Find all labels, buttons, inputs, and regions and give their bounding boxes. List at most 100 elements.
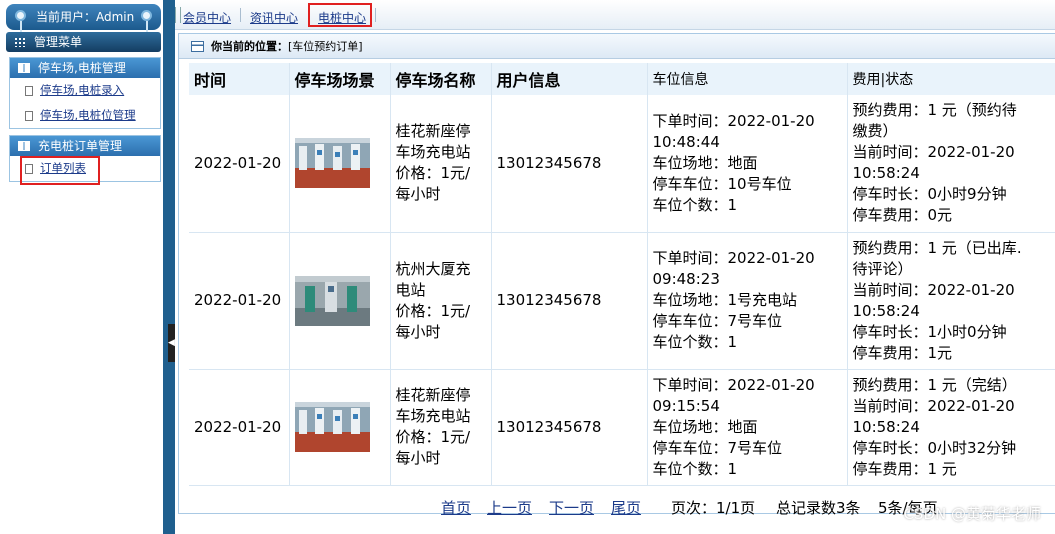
table-row: 2022-01-20 杭州大厦充 电站 价格：1元/ 每小时 130123456… — [189, 232, 1055, 370]
collapse-arrow-icon[interactable]: ◀ — [168, 324, 175, 362]
parking-price-line: 每小时 — [395, 185, 441, 204]
fee-status-cell: 预约费用：1 元（已出库. 待评论） 当前时间：2022-01-20 10:58… — [847, 232, 1055, 370]
table-row: 2022-01-20 桂花新座停 车场充电站 价格：1元/ 每小时 130123… — [189, 369, 1055, 486]
info-line: 09:15:54 — [652, 396, 720, 415]
order-time: 2022-01-20 — [189, 369, 290, 486]
fee-status-cell: 预约费用：1 元（完结） 当前时间：2022-01-20 10:58:24 停车… — [847, 369, 1055, 486]
info-line: 10:48:44 — [652, 132, 720, 151]
current-user-label: 当前用户：Admin — [36, 10, 135, 24]
content-panel: 你当前的位置：[车位预约订单] 时间 停车场场景 停车场名称 用户信息 车位信息… — [178, 33, 1055, 517]
info-line: 停车车位：7号车位 — [652, 438, 783, 457]
menu-title: 管理菜单 — [34, 35, 83, 49]
parking-name-line: 桂花新座停 — [395, 122, 471, 141]
info-line: 停车车位：7号车位 — [652, 312, 783, 330]
info-line: 09:48:23 — [652, 270, 720, 288]
top-navigation: 会员中心 资讯中心 电桩中心 — [175, 0, 1055, 30]
info-line: 待评论） — [852, 259, 913, 278]
space-info-cell: 下单时间：2022-01-20 10:48:44 车位场地：地面 停车车位：10… — [647, 95, 848, 233]
parking-price-line: 每小时 — [395, 322, 441, 341]
user-phone: 13012345678 — [491, 369, 648, 486]
info-line: 停车费用：1元 — [852, 343, 953, 362]
menu-title-bar: 管理菜单 — [6, 32, 161, 52]
info-line: 预约费用：1 元（完结） — [852, 375, 1017, 394]
parking-name-line: 杭州大厦充 — [395, 259, 471, 278]
info-line: 车位场地：地面 — [652, 417, 758, 436]
nav-news-center[interactable]: 资讯中心 — [250, 9, 298, 26]
current-user-bar: 当前用户：Admin — [6, 4, 161, 33]
space-info-cell: 下单时间：2022-01-20 09:15:54 车位场地：地面 停车车位：7号… — [647, 369, 848, 486]
order-time: 2022-01-20 — [189, 95, 290, 233]
sidebar-splitter[interactable] — [168, 0, 175, 534]
sidebar-item-label[interactable]: 停车场,电桩位管理 — [40, 108, 136, 122]
info-line: 车位个数：1 — [652, 459, 738, 478]
parking-name-line: 电站 — [395, 280, 426, 299]
parking-price-line: 每小时 — [395, 449, 441, 467]
info-line: 缴费） — [852, 122, 898, 141]
column-header: 时间 — [189, 63, 290, 95]
pager-last-link[interactable]: 尾页 — [611, 497, 641, 518]
menu-group-parking: 停车场,电桩管理 停车场,电桩录入 停车场,电桩位管理 — [9, 57, 161, 129]
user-phone: 13012345678 — [491, 95, 648, 233]
pin-icon — [15, 10, 26, 33]
watermark: CSDN @黄菊华老师 — [903, 505, 1041, 523]
parking-scene-image — [294, 138, 370, 189]
menu-group-header[interactable]: 停车场,电桩管理 — [10, 58, 160, 78]
space-info-cell: 下单时间：2022-01-20 09:48:23 车位场地：1号充电站 停车车位… — [647, 232, 848, 370]
info-line: 停车车位：10号车位 — [652, 174, 792, 193]
parking-name-cell: 桂花新座停 车场充电站 价格：1元/ 每小时 — [390, 369, 492, 486]
parking-scene — [289, 369, 391, 486]
parking-scene — [289, 95, 391, 233]
info-line: 车位场地：地面 — [652, 153, 758, 172]
sidebar-item-parking-entry[interactable]: 停车场,电桩录入 — [10, 78, 160, 103]
info-line: 停车时长：0小时9分钟 — [852, 185, 1007, 204]
user-phone: 13012345678 — [491, 232, 648, 370]
info-line: 停车费用：0元 — [852, 206, 953, 225]
sidebar-item-label[interactable]: 停车场,电桩录入 — [40, 83, 124, 97]
info-line: 下单时间：2022-01-20 — [652, 249, 815, 267]
parking-scene-image — [294, 275, 370, 326]
drag-handle-icon — [175, 7, 181, 23]
info-line: 当前时间：2022-01-20 — [852, 143, 1015, 162]
menu-group-orders: 充电桩订单管理 订单列表 — [9, 135, 161, 185]
order-table: 时间 停车场场景 停车场名称 用户信息 车位信息 费用|状态 2022-01-2… — [189, 63, 1055, 486]
parking-name-line: 车场充电站 — [395, 143, 471, 162]
book-icon — [18, 141, 30, 151]
column-header: 停车场名称 — [390, 63, 492, 95]
table-row: 2022-01-20 桂花新座停 车场充电站 价格：1元/ 每小时 130123… — [189, 95, 1055, 233]
info-line: 车位个数：1 — [652, 195, 738, 214]
parking-name-cell: 杭州大厦充 电站 价格：1元/ 每小时 — [390, 232, 492, 370]
pager-first-link[interactable]: 首页 — [441, 497, 471, 518]
info-line: 停车费用：1 元 — [852, 459, 957, 478]
parking-price-line: 价格：1元/ — [395, 164, 471, 183]
parking-name-line: 车场充电站 — [395, 407, 471, 425]
pager-next-link[interactable]: 下一页 — [549, 497, 594, 518]
parking-scene-image — [294, 402, 370, 452]
table-header-row: 时间 停车场场景 停车场名称 用户信息 车位信息 费用|状态 — [189, 63, 1055, 95]
breadcrumb: 你当前的位置：[车位预约订单] — [179, 34, 1055, 59]
window-icon — [191, 41, 204, 52]
pin-icon — [141, 10, 152, 33]
nav-member-center[interactable]: 会员中心 — [183, 9, 231, 26]
parking-price-line: 价格：1元/ — [395, 301, 471, 320]
info-line: 下单时间：2022-01-20 — [652, 111, 815, 130]
sidebar: 当前用户：Admin 管理菜单 停车场,电桩管理 停车场,电桩录入 停车场,电桩… — [0, 0, 168, 534]
info-line: 10:58:24 — [852, 164, 920, 183]
nav-divider — [240, 8, 241, 22]
grid-icon — [14, 37, 27, 47]
sidebar-item-parking-manage[interactable]: 停车场,电桩位管理 — [10, 103, 160, 128]
book-icon — [18, 63, 30, 73]
info-line: 10:58:24 — [852, 301, 920, 320]
nav-divider — [375, 8, 376, 22]
info-line: 预约费用：1 元（预约待 — [852, 101, 1017, 120]
column-header: 费用|状态 — [847, 63, 1055, 95]
document-icon — [25, 111, 33, 121]
parking-scene — [289, 232, 391, 370]
parking-name-line: 桂花新座停 — [395, 386, 471, 404]
highlight-box — [20, 156, 100, 185]
info-line: 当前时间：2022-01-20 — [852, 280, 1015, 299]
info-line: 车位场地：1号充电站 — [652, 291, 798, 309]
pager-prev-link[interactable]: 上一页 — [487, 497, 532, 518]
breadcrumb-location: [车位预约订单] — [288, 40, 363, 53]
menu-group-header[interactable]: 充电桩订单管理 — [10, 136, 160, 156]
menu-group-title: 停车场,电桩管理 — [38, 61, 126, 75]
